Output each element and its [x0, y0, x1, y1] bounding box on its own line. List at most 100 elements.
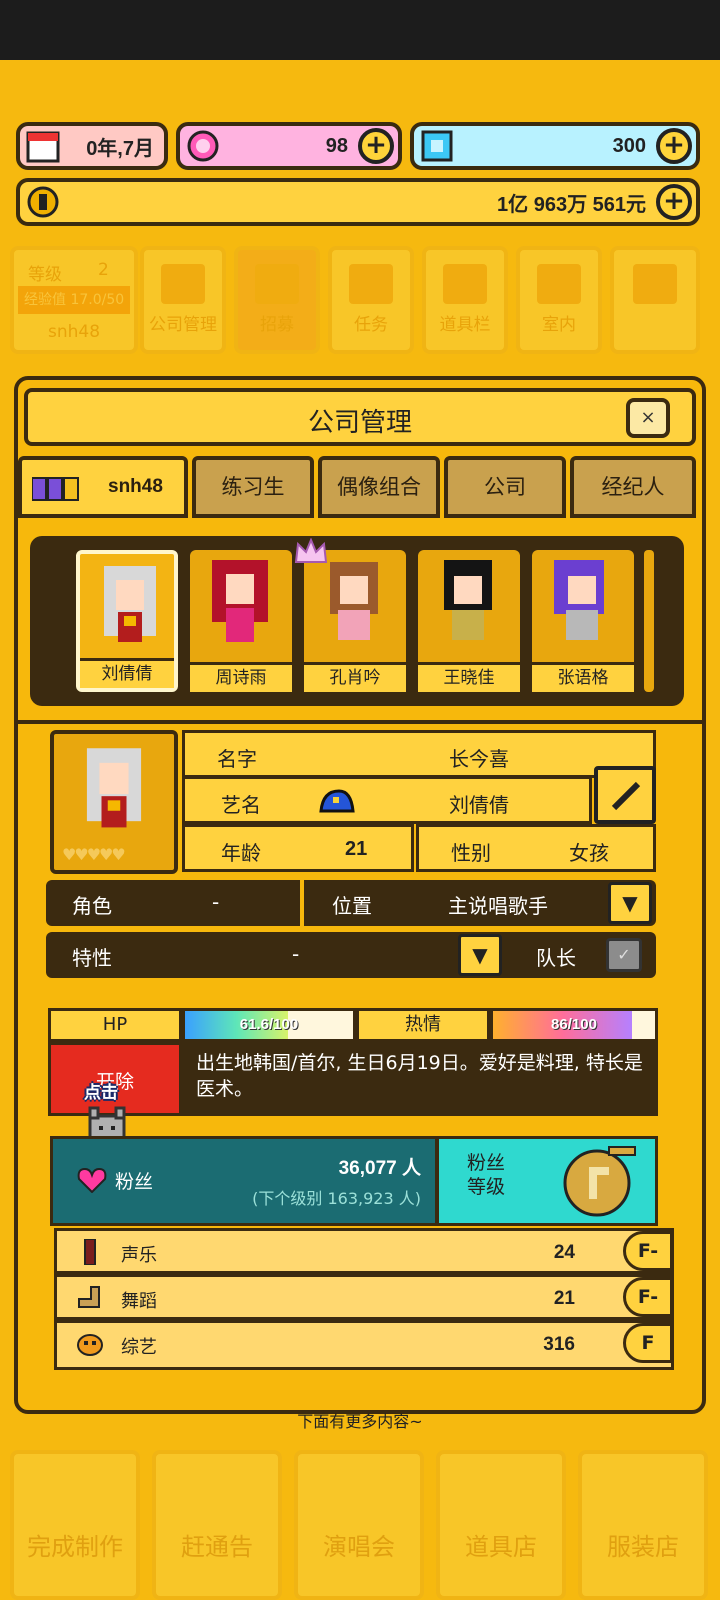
- menu-label: 任务: [354, 315, 388, 335]
- pencil-icon: [611, 781, 641, 811]
- bottom-label: 道具店: [465, 1533, 537, 1561]
- hp-text: 61.6/100: [239, 1016, 299, 1033]
- role-value: -: [212, 890, 220, 914]
- skill-grade: F: [623, 1323, 673, 1363]
- tap-hint-label: 点击: [84, 1083, 118, 1103]
- menu-label: 公司管理: [149, 315, 217, 335]
- variety-mask-icon: [77, 1334, 103, 1356]
- member-card[interactable]: 周诗雨: [190, 550, 292, 692]
- bottom-label: 完成制作: [27, 1533, 123, 1561]
- skill-grade: F-: [623, 1277, 673, 1317]
- chevron-down-icon: ▼: [472, 943, 488, 967]
- member-card[interactable]: 王晓佳: [418, 550, 520, 692]
- member-name: 张语格: [532, 662, 634, 692]
- company-management-panel: 公司管理 × snh48 练习生 偶像组合 公司 经纪人 刘倩倩 周诗雨 孔肖吟…: [14, 376, 706, 1414]
- interior-tile[interactable]: 室内: [516, 246, 602, 354]
- member-avatar-icon: [330, 562, 378, 640]
- menu-label: 室内: [542, 315, 576, 335]
- hp-label: HP: [48, 1008, 182, 1042]
- mail-tile[interactable]: [610, 246, 700, 354]
- diamond-value: 300: [612, 134, 646, 157]
- leader-checkbox[interactable]: ✓: [606, 938, 642, 972]
- member-avatar-icon: [554, 560, 604, 640]
- skill-name: 声乐: [121, 1245, 157, 1266]
- close-button[interactable]: ×: [626, 398, 670, 438]
- next-level-text: (下个级别 163,923 人): [252, 1189, 421, 1208]
- fan-level-label: 粉丝 等级: [467, 1152, 506, 1198]
- company-name: snh48: [47, 322, 101, 342]
- coin-icon: [27, 186, 59, 218]
- hearts-rating-icon: ♥♥♥♥♥: [62, 845, 126, 864]
- add-money-button[interactable]: +: [656, 184, 692, 220]
- building-icon: [161, 264, 205, 304]
- fan-level-box: 粉丝 等级: [436, 1136, 658, 1226]
- bottom-schedule-tile[interactable]: 赶通告: [152, 1450, 282, 1600]
- more-content-hint: 下面有更多内容~: [297, 1412, 423, 1431]
- skill-name: 综艺: [121, 1337, 157, 1358]
- member-name: 刘倩倩: [80, 658, 174, 688]
- quest-tile[interactable]: 任务: [328, 246, 414, 354]
- gender-value: 女孩: [569, 841, 609, 865]
- divider: [18, 720, 702, 724]
- diamond-icon: [421, 130, 453, 162]
- menu-label: 招募: [260, 315, 294, 335]
- tab-company[interactable]: 公司: [444, 456, 566, 518]
- recruit-tile[interactable]: 招募: [234, 246, 320, 354]
- age-row: 年龄 21: [182, 824, 414, 872]
- trait-dropdown-button[interactable]: ▼: [458, 934, 502, 976]
- member-roster: 刘倩倩 周诗雨 孔肖吟 王晓佳 张语格: [30, 536, 684, 706]
- member-card[interactable]: 孔肖吟: [294, 538, 406, 692]
- bottom-concert-tile[interactable]: 演唱会: [294, 1450, 424, 1600]
- panel-title: 公司管理: [307, 408, 412, 438]
- megaphone-icon: [255, 264, 299, 304]
- hp-bar: 61.6/100: [182, 1008, 356, 1042]
- name-label: 名字: [217, 747, 257, 771]
- role-label: 角色: [72, 894, 112, 918]
- position-dropdown-button[interactable]: ▼: [608, 882, 652, 924]
- member-name: 周诗雨: [190, 662, 292, 692]
- fans-box: 粉丝 36,077 人 (下个级别 163,923 人): [50, 1136, 438, 1226]
- member-card[interactable]: 张语格: [532, 550, 634, 692]
- inventory-tile[interactable]: 道具栏: [422, 246, 508, 354]
- stage-name-label: 艺名: [221, 793, 261, 817]
- bottom-item-shop-tile[interactable]: 道具店: [436, 1450, 566, 1600]
- status-bar: [0, 0, 720, 60]
- level-value: 2: [98, 260, 109, 280]
- add-gems-button[interactable]: +: [358, 128, 394, 164]
- microphone-icon: [84, 1239, 96, 1265]
- bottom-clothing-shop-tile[interactable]: 服装店: [578, 1450, 708, 1600]
- roster-next-peek: [644, 550, 654, 692]
- boot-icon: [78, 1286, 100, 1308]
- panel-title-bar: 公司管理 ×: [24, 388, 696, 446]
- passion-label: 热情: [356, 1008, 490, 1042]
- fans-value: 36,077 人: [338, 1158, 421, 1179]
- pink-gem-icon: [187, 130, 219, 162]
- member-name: 孔肖吟: [304, 662, 406, 692]
- bottom-produce-tile[interactable]: 完成制作: [10, 1450, 140, 1600]
- age-label: 年龄: [221, 841, 261, 865]
- name-row: 名字 长今喜: [182, 730, 656, 778]
- skill-value: 21: [553, 1288, 575, 1309]
- tab-trainee[interactable]: 练习生: [192, 456, 314, 518]
- tab-idol-group[interactable]: 偶像组合: [318, 456, 440, 518]
- member-card[interactable]: 刘倩倩: [76, 550, 178, 692]
- paint-roller-icon: [537, 264, 581, 304]
- member-avatar-icon: [444, 560, 492, 640]
- group-icon: [32, 477, 79, 501]
- gem-value: 98: [325, 134, 348, 157]
- fans-label: 粉丝: [115, 1171, 154, 1193]
- passion-bar: 86/100: [490, 1008, 658, 1042]
- check-icon: ✓: [617, 945, 631, 964]
- exp-label: 经验值 17.0/50: [18, 286, 130, 314]
- company-mgmt-tile[interactable]: 公司管理: [140, 246, 226, 354]
- company-level-tile: 等级 2 经验值 17.0/50 snh48: [10, 246, 138, 354]
- edit-button[interactable]: [594, 766, 656, 824]
- tab-snh48[interactable]: snh48: [18, 456, 188, 518]
- skill-row-vocal: 声乐 24 F-: [54, 1228, 674, 1274]
- chest-icon: [443, 264, 487, 304]
- add-diamonds-button[interactable]: +: [656, 128, 692, 164]
- passion-text: 86/100: [551, 1016, 597, 1033]
- tab-manager[interactable]: 经纪人: [570, 456, 696, 518]
- date-display: 0年,7月: [16, 122, 168, 170]
- trait-value: -: [292, 942, 300, 966]
